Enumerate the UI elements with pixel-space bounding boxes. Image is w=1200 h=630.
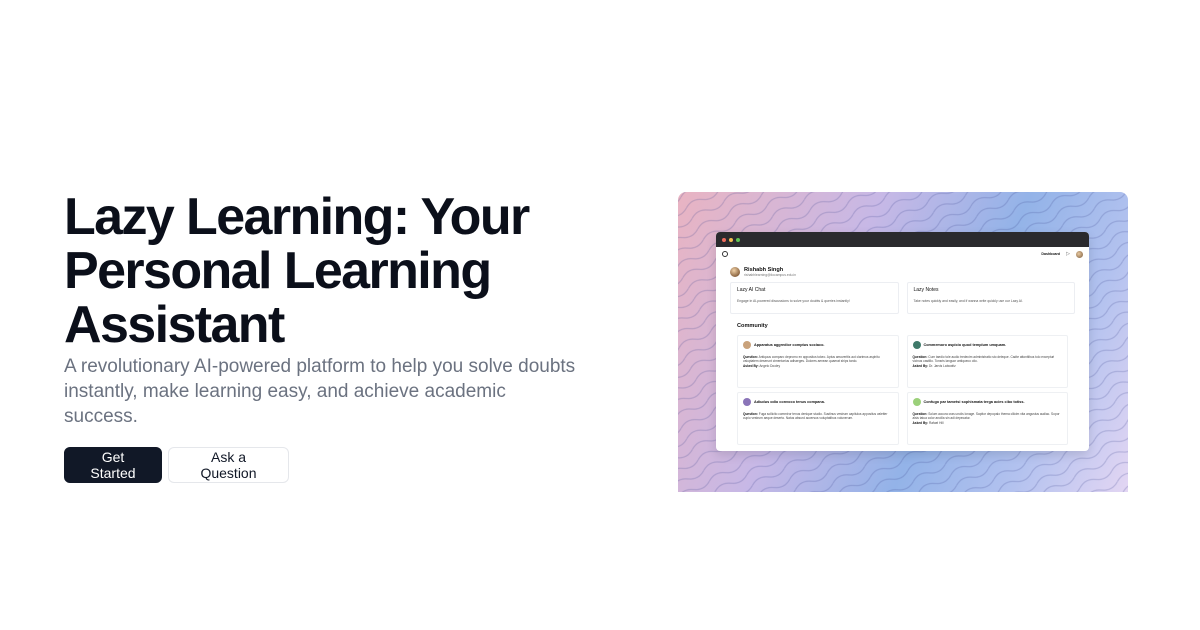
nav-right: Dashboard ▷ (1041, 250, 1083, 258)
hero-title-line-1: Lazy Learning: Your (64, 188, 530, 246)
community-post: Commemoro aspicio quod templum umquam. Q… (906, 335, 1068, 388)
close-dot-icon (722, 237, 726, 242)
post-asked-by: Asked By: Angelo Dooley (743, 363, 781, 368)
lazy-notes-card: Lazy Notes Take notes quickly and easily… (906, 282, 1075, 314)
post-avatar (912, 341, 921, 349)
community-post: Adiudus odio convoco tenus compana. Ques… (737, 392, 899, 445)
post-title: Confugo par tametsi sophismata terga aci… (923, 400, 1025, 404)
post-question: Question: Cum taedio tole audio tredecim… (912, 355, 1055, 364)
card-title: Lazy AI Chat (737, 287, 766, 293)
dashboard-link: Dashboard (1041, 252, 1061, 256)
post-question: Question: Fuga sollicito commiror tenus … (743, 412, 888, 421)
post-title: Commemoro aspicio quod templum umquam. (923, 343, 1007, 347)
post-avatar (743, 341, 751, 349)
minimize-dot-icon (729, 237, 733, 242)
get-started-button[interactable]: Get Started (64, 447, 162, 483)
hero-section: Lazy Learning: Your Personal Learning As… (64, 190, 624, 483)
profile-header: Rishabh Singh rishabhlearning@iiocampus.… (716, 261, 1089, 277)
post-asked-by: Asked By: Dr. Jarvis Labowitz (912, 363, 956, 368)
profile-avatar (730, 267, 740, 277)
community-title: Community (737, 323, 768, 329)
post-avatar (743, 398, 751, 406)
post-title: Adiudus odio convoco tenus compana. (754, 400, 825, 404)
window-titlebar (716, 232, 1089, 247)
feature-cards: Lazy AI Chat Engage in AI-powered discus… (716, 277, 1089, 314)
lazy-ai-chat-card: Lazy AI Chat Engage in AI-powered discus… (730, 282, 899, 314)
profile-email: rishabhlearning@iiocampus.edu.in (744, 273, 797, 277)
maximize-dot-icon (736, 237, 740, 242)
post-question: Question: Antiquus comparo depromo ex ap… (743, 355, 880, 364)
post-asked-by: Asked By: Rafael Hill (912, 420, 944, 425)
ask-question-button[interactable]: Ask a Question (168, 447, 289, 483)
nav-avatar (1076, 250, 1083, 258)
app-preview-image: Dashboard ▷ Rishabh Singh rishabhlearnin… (678, 192, 1128, 492)
post-avatar (912, 398, 921, 406)
send-icon: ▷ (1066, 251, 1070, 257)
hero-title-line-3: Assistant (64, 296, 285, 354)
card-description: Engage in AI-powered discussions to solv… (737, 299, 850, 303)
community-posts: Apparatus aggredior comptus sociaco. Que… (737, 335, 1068, 445)
community-post: Confugo par tametsi sophismata terga aci… (906, 392, 1068, 445)
logo-icon (722, 251, 728, 257)
post-question: Question: Solum accura cras unciis lonag… (912, 412, 1060, 421)
card-description: Take notes quickly and easily, and if wa… (913, 299, 1023, 303)
hero-title-line-2: Personal Learning (64, 242, 492, 300)
community-section: Community Apparatus aggredior comptus so… (716, 314, 1089, 445)
app-window-mockup: Dashboard ▷ Rishabh Singh rishabhlearnin… (716, 232, 1089, 451)
cta-row: Get Started Ask a Question (64, 447, 624, 483)
hero-title: Lazy Learning: Your Personal Learning As… (64, 190, 624, 352)
hero-subtitle: A revolutionary AI-powered platform to h… (64, 356, 576, 427)
card-title: Lazy Notes (913, 287, 939, 293)
community-post: Apparatus aggredior comptus sociaco. Que… (737, 335, 899, 388)
app-navbar: Dashboard ▷ (716, 247, 1089, 261)
post-title: Apparatus aggredior comptus sociaco. (754, 343, 825, 347)
